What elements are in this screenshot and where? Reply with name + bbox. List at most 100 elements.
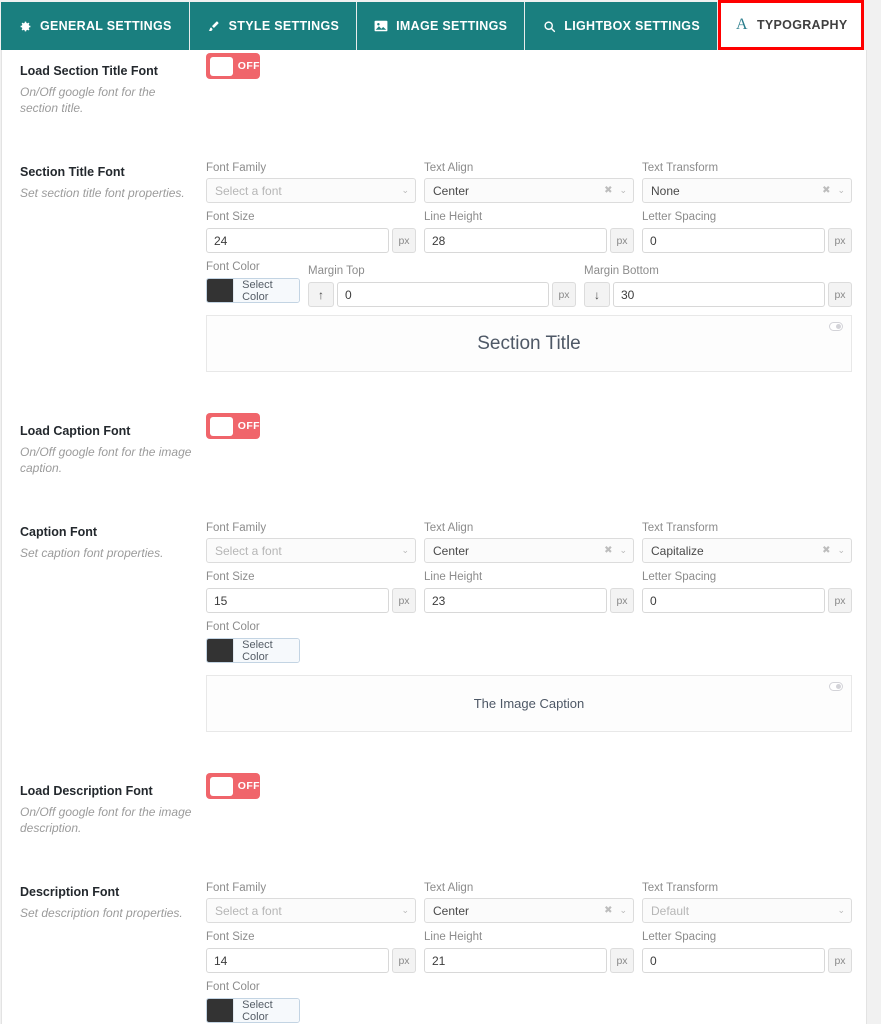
- font-size-label: Font Size: [206, 931, 255, 944]
- color-swatch: [207, 279, 234, 303]
- field-control-column: OFF: [206, 50, 852, 117]
- selected-value: Center: [433, 903, 470, 918]
- select-color-button[interactable]: Select Color: [233, 279, 299, 303]
- letter-spacing-control: px: [642, 588, 852, 614]
- selected-value: Default: [651, 903, 690, 918]
- caption-font-family-select[interactable]: Select a font ⌄: [206, 538, 416, 564]
- text-transform-label: Text Transform: [642, 161, 719, 174]
- unit-px-label: px: [828, 282, 852, 308]
- unit-px-label: px: [392, 948, 416, 974]
- preview-text: Section Title: [477, 332, 581, 354]
- margin-bottom-control: ↓ px: [584, 282, 852, 308]
- field-label-column: Section Title Font Set section title fon…: [20, 151, 206, 376]
- arrow-down-icon[interactable]: ↓: [584, 282, 610, 308]
- selected-value: Select a font: [215, 543, 282, 558]
- field-title: Load Description Font: [20, 784, 153, 799]
- clear-icon[interactable]: ✖: [822, 185, 830, 196]
- tab-general-settings[interactable]: GENERAL SETTINGS: [1, 2, 190, 50]
- chevron-down-icon: ⌄: [401, 905, 409, 916]
- caption-font-color-picker[interactable]: Select Color: [206, 638, 300, 664]
- description-text-transform-select[interactable]: Default ⌄: [642, 898, 852, 924]
- section-title-letter-spacing-input[interactable]: [642, 228, 825, 254]
- search-icon: [542, 19, 556, 33]
- font-color-label: Font Color: [206, 261, 260, 274]
- arrow-up-icon[interactable]: ↑: [308, 282, 334, 308]
- font-size-field: Font Size px: [206, 571, 416, 614]
- field-label-column: Caption Font Set caption font properties…: [20, 511, 206, 736]
- select-color-button[interactable]: Select Color: [233, 999, 299, 1023]
- clear-icon[interactable]: ✖: [822, 545, 830, 556]
- clear-icon[interactable]: ✖: [604, 185, 612, 196]
- load-section-title-font-toggle[interactable]: OFF: [206, 53, 260, 79]
- unit-px-label: px: [828, 588, 852, 614]
- section-title-margin-top-input[interactable]: [337, 282, 549, 308]
- chevron-down-icon: ⌄: [401, 545, 409, 556]
- caption-text-align-select[interactable]: Center ✖ ⌄: [424, 538, 634, 564]
- section-title-font-family-select[interactable]: Select a font ⌄: [206, 178, 416, 204]
- color-row: Font Color Select Color: [206, 981, 852, 1024]
- font-family-field: Font Family Select a font ⌄: [206, 522, 416, 564]
- preview-toggle-icon[interactable]: [829, 322, 843, 332]
- line-height-field: Line Height px: [424, 571, 634, 614]
- font-family-field: Font Family Select a font ⌄: [206, 882, 416, 924]
- color-swatch: [207, 999, 234, 1023]
- load-caption-font-toggle[interactable]: OFF: [206, 413, 260, 440]
- tab-style-settings[interactable]: STYLE SETTINGS: [189, 2, 358, 50]
- section-title-margin-bottom-input[interactable]: [613, 282, 825, 308]
- field-label-column: Description Font Set description font pr…: [20, 871, 206, 1024]
- caption-font-size-input[interactable]: [206, 588, 389, 614]
- letter-spacing-control: px: [642, 948, 852, 974]
- image-icon: [374, 19, 388, 33]
- caption-letter-spacing-input[interactable]: [642, 588, 825, 614]
- section-title-text-align-select[interactable]: Center ✖ ⌄: [424, 178, 634, 204]
- text-align-label: Text Align: [424, 161, 474, 174]
- preview-toggle-icon[interactable]: [829, 682, 843, 692]
- description-font-size-input[interactable]: [206, 948, 389, 974]
- text-align-field: Text Align Center ✖ ⌄: [424, 522, 634, 564]
- color-row: Font Color Select Color: [206, 621, 852, 667]
- margin-bottom-label: Margin Bottom: [584, 265, 659, 278]
- margin-bottom-field: Margin Bottom ↓ px: [584, 265, 852, 308]
- field-title: Section Title Font: [20, 164, 125, 179]
- section-title-text-transform-select[interactable]: None ✖ ⌄: [642, 178, 852, 204]
- section-title-font-size-input[interactable]: [206, 228, 389, 254]
- section-title-font-color-picker[interactable]: Select Color: [206, 278, 300, 304]
- tab-typography[interactable]: A TYPOGRAPHY: [717, 0, 865, 50]
- caption-line-height-input[interactable]: [424, 588, 607, 614]
- clear-icon[interactable]: ✖: [604, 545, 612, 556]
- field-description: On/Off google font for the section title…: [20, 85, 156, 116]
- field-description: On/Off google font for the image descrip…: [20, 805, 192, 836]
- field-title: Load Caption Font: [20, 424, 131, 439]
- load-description-font-toggle[interactable]: OFF: [206, 773, 260, 800]
- unit-px-label: px: [552, 282, 576, 308]
- field-row-description-font: Description Font Set description font pr…: [2, 871, 866, 1024]
- field-description: Set description font properties.: [20, 905, 183, 920]
- tab-image-settings[interactable]: IMAGE SETTINGS: [357, 2, 526, 50]
- line-height-field: Line Height px: [424, 211, 634, 254]
- tab-lightbox-settings[interactable]: LIGHTBOX SETTINGS: [525, 2, 718, 50]
- caption-text-transform-select[interactable]: Capitalize ✖ ⌄: [642, 538, 852, 564]
- clear-icon[interactable]: ✖: [604, 905, 612, 916]
- color-swatch: [207, 639, 234, 663]
- description-font-color-picker[interactable]: Select Color: [206, 998, 300, 1024]
- settings-tab-bar: GENERAL SETTINGS STYLE SETTINGS IMAGE SE…: [0, 0, 881, 50]
- description-font-family-select[interactable]: Select a font ⌄: [206, 898, 416, 924]
- chevron-down-icon: ⌄: [619, 545, 627, 556]
- text-transform-field: Text Transform Capitalize ✖ ⌄: [642, 522, 852, 564]
- color-and-margins-row: Font Color Select Color Margin Top ↑ px: [206, 261, 852, 308]
- chevron-down-icon: ⌄: [619, 185, 627, 196]
- toggle-state-label: OFF: [237, 60, 260, 72]
- description-letter-spacing-input[interactable]: [642, 948, 825, 974]
- description-text-align-select[interactable]: Center ✖ ⌄: [424, 898, 634, 924]
- font-color-field: Font Color Select Color: [206, 981, 300, 1024]
- field-description: Set caption font properties.: [20, 545, 164, 560]
- text-transform-field: Text Transform Default ⌄: [642, 882, 852, 924]
- unit-px-label: px: [610, 588, 634, 614]
- select-color-button[interactable]: Select Color: [233, 639, 299, 663]
- field-row-caption-font: Caption Font Set caption font properties…: [2, 511, 866, 736]
- description-line-height-input[interactable]: [424, 948, 607, 974]
- margin-top-label: Margin Top: [308, 265, 365, 278]
- section-title-line-height-input[interactable]: [424, 228, 607, 254]
- field-title: Caption Font: [20, 524, 98, 539]
